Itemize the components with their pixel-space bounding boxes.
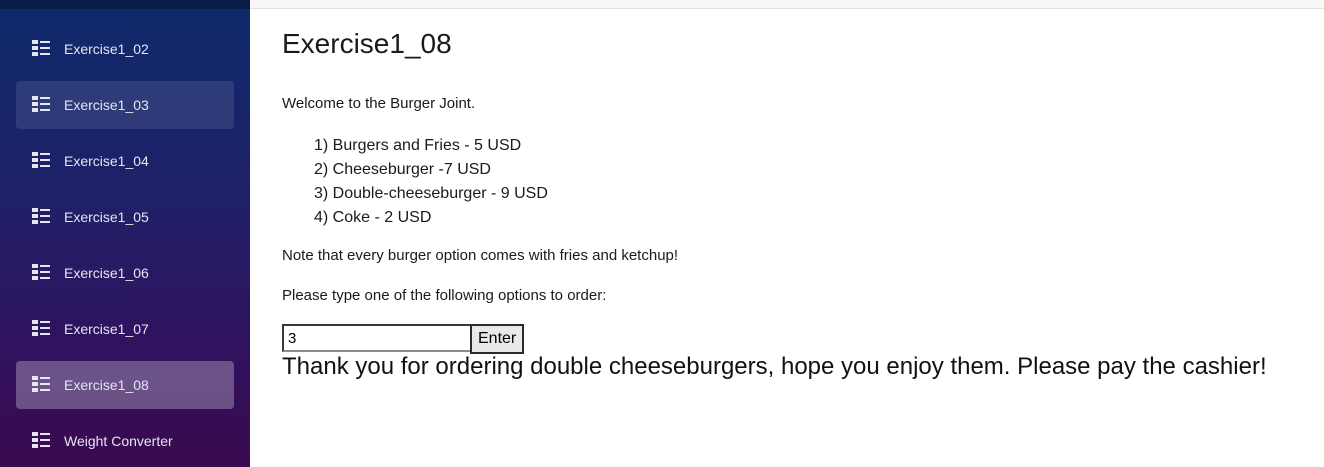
list-icon xyxy=(32,264,50,280)
page-title: Exercise1_08 xyxy=(282,28,452,59)
sidebar-item-label: Exercise1_08 xyxy=(64,377,149,393)
list-icon xyxy=(32,152,50,168)
sidebar: Exercise1_02 Exercise1_03 Exercise1_04 E… xyxy=(0,0,250,467)
list-icon xyxy=(32,376,50,392)
top-bar xyxy=(250,0,1324,9)
sidebar-item-label: Exercise1_06 xyxy=(64,265,149,281)
list-icon xyxy=(32,320,50,336)
list-icon xyxy=(32,432,50,448)
sidebar-item-label: Weight Converter xyxy=(64,433,173,449)
menu-option: 1) Burgers and Fries - 5 USD xyxy=(314,137,522,154)
main-content: Exercise1_08 Welcome to the Burger Joint… xyxy=(250,0,1324,467)
sidebar-item-exercise1-05[interactable]: Exercise1_05 xyxy=(16,193,234,241)
order-input[interactable] xyxy=(282,324,472,352)
welcome-text: Welcome to the Burger Joint. xyxy=(282,95,476,112)
sidebar-item-exercise1-06[interactable]: Exercise1_06 xyxy=(16,249,234,297)
sidebar-item-exercise1-04[interactable]: Exercise1_04 xyxy=(16,137,234,185)
sidebar-item-label: Exercise1_05 xyxy=(64,209,149,225)
sidebar-item-exercise1-08[interactable]: Exercise1_08 xyxy=(16,361,234,409)
app-window: Exercise1_02 Exercise1_03 Exercise1_04 E… xyxy=(0,0,1324,467)
menu-option: 2) Cheeseburger -7 USD xyxy=(314,161,491,178)
menu-option: 3) Double-cheeseburger - 9 USD xyxy=(314,185,548,202)
sidebar-item-label: Exercise1_02 xyxy=(64,41,149,57)
order-prompt: Please type one of the following options… xyxy=(282,287,607,304)
sidebar-item-weight-converter[interactable]: Weight Converter xyxy=(16,417,234,465)
sidebar-item-label: Exercise1_04 xyxy=(64,153,149,169)
burger-menu-list: 1) Burgers and Fries - 5 USD 2) Cheesebu… xyxy=(314,134,548,230)
sidebar-item-label: Exercise1_03 xyxy=(64,97,149,113)
enter-button[interactable]: Enter xyxy=(470,324,525,354)
sidebar-top-bar xyxy=(0,0,250,9)
sidebar-item-exercise1-02[interactable]: Exercise1_02 xyxy=(16,25,234,73)
list-icon xyxy=(32,40,50,56)
list-icon xyxy=(32,96,50,112)
menu-option: 4) Coke - 2 USD xyxy=(314,209,432,226)
note-text: Note that every burger option comes with… xyxy=(282,247,679,264)
sidebar-item-exercise1-03[interactable]: Exercise1_03 xyxy=(16,81,234,129)
sidebar-item-exercise1-07[interactable]: Exercise1_07 xyxy=(16,305,234,353)
list-icon xyxy=(32,208,50,224)
sidebar-item-label: Exercise1_07 xyxy=(64,321,149,337)
order-result-message: Thank you for ordering double cheeseburg… xyxy=(282,353,1267,380)
